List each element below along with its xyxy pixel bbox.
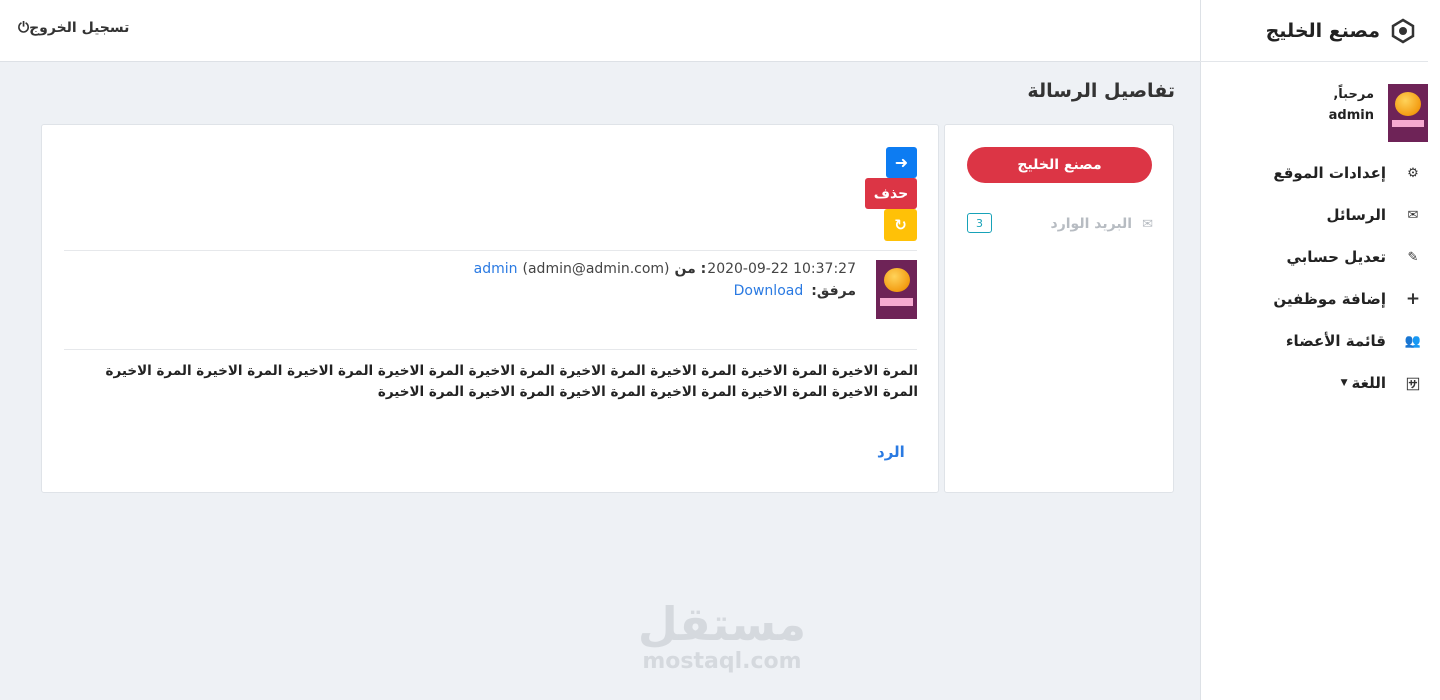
sidebar-item-label: قائمة الأعضاء [1285, 332, 1386, 350]
brand[interactable]: مصنع الخليج [1200, 0, 1428, 62]
username: admin [1328, 108, 1374, 123]
download-link[interactable]: Download [734, 283, 804, 299]
gear-icon: ⚙ [1407, 165, 1419, 181]
top-bar: تسجيل الخروج ⏻ [0, 0, 1200, 62]
sidebar-item-label: إعدادات الموقع [1273, 164, 1386, 182]
users-icon: 👥 [1404, 333, 1422, 349]
sender-email: (admin@admin.com) [522, 261, 670, 277]
greeting-text: مرحباً, [1333, 87, 1374, 102]
reply-link[interactable]: الرد [877, 443, 905, 461]
sender-avatar [876, 260, 917, 319]
sidebar-item-messages[interactable]: ✉ الرسائل [1201, 194, 1440, 236]
folder-inbox-label: البريد الوارد [1050, 216, 1133, 232]
edit-icon: ✎ [1407, 249, 1419, 265]
divider [64, 349, 917, 350]
message-panel: ➜ حذف ↻ admin (admin@admin.com) من : 202… [41, 124, 939, 493]
sidebar-item-site-settings[interactable]: ⚙ إعدادات الموقع [1201, 152, 1440, 194]
brand-logo-icon [1391, 18, 1415, 43]
sidebar-item-label: اللغة [1351, 374, 1386, 392]
back-button[interactable]: ➜ [886, 147, 917, 178]
sidebar-item-members-list[interactable]: 👥 قائمة الأعضاء [1201, 320, 1440, 362]
sender-name-link[interactable]: admin [474, 261, 518, 277]
sidebar-item-label: الرسائل [1326, 206, 1386, 224]
attachment-row: مرفق: Download [734, 283, 856, 299]
logout-label: تسجيل الخروج [29, 20, 130, 36]
sidebar-item-edit-account[interactable]: ✎ تعديل حسابي [1201, 236, 1440, 278]
sidebar-item-label: إضافة موظفين [1273, 290, 1386, 308]
envelope-icon: ✉ [1407, 207, 1419, 223]
compose-button[interactable]: مصنع الخليج [967, 147, 1152, 183]
language-icon: 🈂 [1406, 377, 1420, 393]
folder-inbox[interactable]: ✉ البريد الوارد 3 [967, 213, 1153, 235]
inbox-icon: ✉ [1142, 216, 1153, 232]
refresh-icon: ↻ [894, 216, 907, 234]
brand-name: مصنع الخليج [1265, 19, 1380, 42]
user-card: مرحباً, admin [1201, 62, 1440, 152]
logout-button[interactable]: تسجيل الخروج ⏻ [14, 20, 129, 36]
divider [64, 250, 917, 251]
sidebar: مصنع الخليج مرحباً, admin ⚙ إعدادات المو… [1200, 0, 1440, 700]
sidebar-item-label: تعديل حسابي [1286, 248, 1386, 266]
watermark-arabic: مستقل [637, 597, 807, 651]
sidebar-item-language[interactable]: 🈂 اللغة ▼ [1201, 362, 1440, 404]
attachment-label: مرفق: [811, 283, 856, 299]
watermark-latin: mostaql.com [642, 649, 802, 674]
watermark: مستقل mostaql.com [632, 598, 812, 674]
page-title: تفاصيل الرسالة [1027, 80, 1175, 102]
message-body: المرة الاخيرة المرة الاخيرة المرة الاخير… [105, 363, 918, 400]
avatar[interactable] [1388, 84, 1428, 142]
folders-panel: مصنع الخليج ✉ البريد الوارد 3 [944, 124, 1174, 493]
inbox-count-badge: 3 [967, 213, 992, 233]
delete-button[interactable]: حذف [865, 178, 917, 209]
sidebar-item-add-employees[interactable]: + إضافة موظفين [1201, 278, 1440, 320]
refresh-button[interactable]: ↻ [884, 209, 917, 241]
power-icon: ⏻ [18, 20, 30, 36]
message-datetime: 2020-09-22 10:37:27 [707, 261, 856, 277]
from-label: من : [674, 261, 707, 277]
message-meta: admin (admin@admin.com) من : 2020-09-22 … [474, 261, 856, 277]
caret-down-icon: ▼ [1340, 378, 1348, 388]
arrow-right-icon: ➜ [894, 153, 909, 172]
plus-icon: + [1405, 289, 1421, 309]
